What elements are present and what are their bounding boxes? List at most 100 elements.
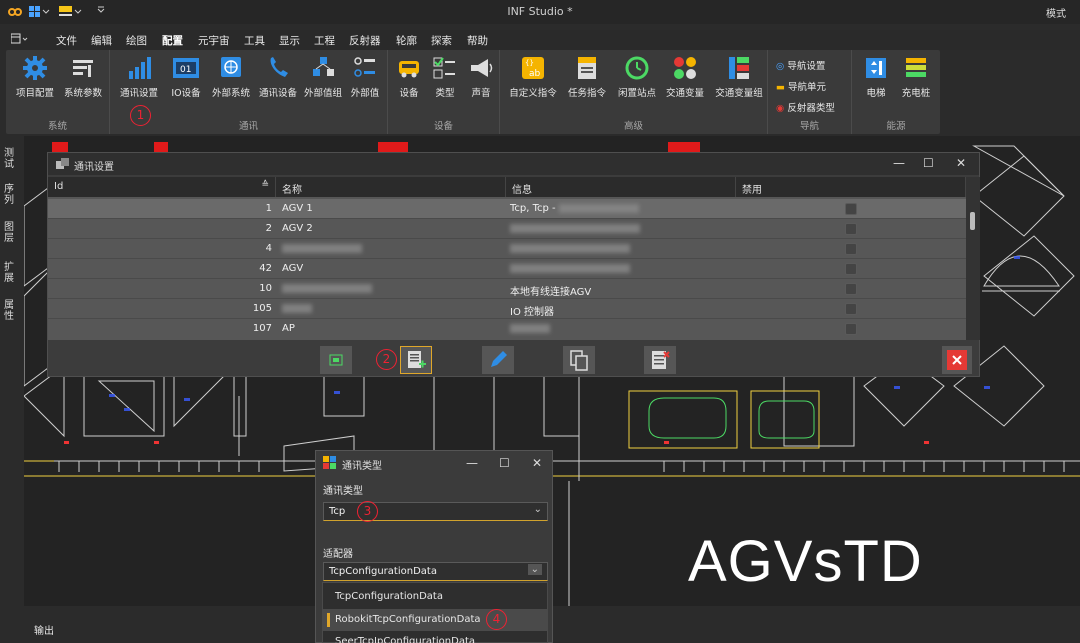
disabled-checkbox[interactable] xyxy=(845,283,857,295)
nav-settings-item[interactable]: ◎ 导航设置 xyxy=(776,58,825,72)
copy-button[interactable] xyxy=(563,346,595,374)
close-button[interactable]: ✕ xyxy=(532,456,542,470)
red-marker xyxy=(378,142,408,152)
tab-properties[interactable]: 属性 xyxy=(4,300,16,322)
custom-command-button[interactable]: {} ab 自定义指令 xyxy=(506,54,560,99)
disabled-checkbox[interactable] xyxy=(845,203,857,215)
maximize-button[interactable]: ☐ xyxy=(923,156,934,170)
reflector-type-item[interactable]: ◉ 反射器类型 xyxy=(776,100,835,114)
minimize-button[interactable]: — xyxy=(893,156,905,170)
tab-layers[interactable]: 图层 xyxy=(4,222,16,244)
disabled-checkbox[interactable] xyxy=(845,323,857,335)
table-row[interactable]: 2 AGV 2 xyxy=(48,219,966,239)
minimize-button[interactable]: — xyxy=(466,456,478,470)
elevator-button[interactable]: 电梯 xyxy=(858,54,894,99)
idle-station-button[interactable]: 闲置站点 xyxy=(614,54,660,99)
external-system-button[interactable]: 外部系统 xyxy=(208,54,254,99)
nav-unit-item[interactable]: ▬ 导航单元 xyxy=(776,79,826,93)
disabled-checkbox[interactable] xyxy=(845,303,857,315)
type-button[interactable]: 类型 xyxy=(428,54,462,99)
device-button[interactable]: 设备 xyxy=(392,54,426,99)
table-row[interactable]: 105 IO 控制器 xyxy=(48,299,966,319)
delete-row-button[interactable] xyxy=(644,346,676,374)
dialog-header: 通讯设置 — ☐ ✕ xyxy=(48,153,979,175)
menu-config[interactable]: 配置 xyxy=(162,33,183,52)
menu-file[interactable]: 文件 xyxy=(56,33,77,48)
output-panel-tab[interactable]: 输出 xyxy=(34,622,54,637)
io-device-button[interactable]: 01 IO设备 xyxy=(166,54,206,99)
menu-draw[interactable]: 绘图 xyxy=(126,33,147,48)
maximize-button[interactable]: ☐ xyxy=(499,456,510,470)
ribbon-group-comm: 通讯设置 01 IO设备 外部系统 通讯设备 外部值组 外部值 通讯 xyxy=(110,50,388,134)
vertical-scrollbar[interactable] xyxy=(966,177,980,340)
dropdown-option[interactable]: SeerTcpIpConfigurationData xyxy=(323,632,547,643)
menu-edit[interactable]: 编辑 xyxy=(91,33,112,48)
disabled-checkbox[interactable] xyxy=(845,263,857,275)
adapter-select[interactable]: TcpConfigurationData ⌄ xyxy=(323,562,548,581)
ribbon-group-energy: 电梯 充电桩 能源 xyxy=(852,50,940,134)
red-marker xyxy=(668,142,700,152)
menu-contour[interactable]: 轮廓 xyxy=(396,33,417,48)
system-params-button[interactable]: 系统参数 xyxy=(60,54,106,99)
column-header-name[interactable]: 名称 xyxy=(276,177,506,197)
annotation-marker: 3 xyxy=(357,501,378,522)
edit-button[interactable] xyxy=(482,346,514,374)
comm-device-button[interactable]: 通讯设备 xyxy=(256,54,300,99)
close-button[interactable]: ✕ xyxy=(956,156,966,170)
globe-icon xyxy=(221,57,241,77)
dropdown-option[interactable]: TcpConfigurationData xyxy=(323,586,547,608)
column-header-disabled[interactable]: 禁用 xyxy=(736,177,966,197)
pencil-icon xyxy=(491,351,507,367)
table-row[interactable]: 42 AGV xyxy=(48,259,966,279)
params-icon xyxy=(73,60,93,77)
mode-label[interactable]: 模式 xyxy=(1046,5,1066,20)
ribbon-group-system: 项目配置 系统参数 系统 xyxy=(6,50,110,134)
view-button[interactable] xyxy=(320,346,352,374)
close-dialog-button[interactable] xyxy=(942,346,972,374)
comm-table[interactable]: Id ≙ 名称 信息 禁用 1 AGV 1 Tcp, Tcp - 2 AGV 2 … xyxy=(48,177,966,340)
traffic-variable-group-button[interactable]: 交通变量组 xyxy=(712,54,766,99)
disabled-checkbox[interactable] xyxy=(845,243,857,255)
menu-metaverse[interactable]: 元宇宙 xyxy=(198,33,230,48)
ribbon-group-label: 高级 xyxy=(623,121,643,132)
external-value-button[interactable]: 外部值 xyxy=(346,54,384,99)
disabled-checkbox[interactable] xyxy=(845,223,857,235)
menu-explore[interactable]: 探索 xyxy=(431,33,452,48)
comm-settings-button[interactable]: 通讯设置 xyxy=(116,54,162,99)
external-value-group-button[interactable]: 外部值组 xyxy=(302,54,344,99)
red-marker xyxy=(52,142,68,152)
app-menu-icon[interactable] xyxy=(11,33,29,45)
add-button[interactable] xyxy=(400,346,432,374)
traffic-variable-button[interactable]: 交通变量 xyxy=(662,54,708,99)
menu-reflector[interactable]: 反射器 xyxy=(349,33,381,48)
adapter-dropdown-list[interactable]: TcpConfigurationData RobokitTcpConfigura… xyxy=(322,582,548,643)
column-header-info[interactable]: 信息 xyxy=(506,177,736,197)
menu-help[interactable]: 帮助 xyxy=(467,33,488,48)
project-config-button[interactable]: 项目配置 xyxy=(10,54,60,99)
ribbon-group-label: 系统 xyxy=(47,121,67,132)
sound-button[interactable]: 声音 xyxy=(464,54,498,99)
dialog-header: 通讯类型 — ☐ ✕ xyxy=(316,451,552,475)
table-row[interactable]: 4 xyxy=(48,239,966,259)
menu-view[interactable]: 显示 xyxy=(279,33,300,48)
value-group-icon xyxy=(313,57,334,76)
table-row[interactable]: 1 AGV 1 Tcp, Tcp - xyxy=(48,199,966,219)
task-command-button[interactable]: 任务指令 xyxy=(564,54,610,99)
copy-icon xyxy=(570,350,588,371)
tab-sequence[interactable]: 序列 xyxy=(4,184,16,206)
column-header-id[interactable]: Id ≙ xyxy=(48,177,276,197)
tab-extensions[interactable]: 扩展 xyxy=(4,262,16,284)
table-row[interactable]: 10 本地有线连接AGV xyxy=(48,279,966,299)
sort-icon: ≙ xyxy=(261,180,269,190)
gear-icon xyxy=(23,56,47,80)
table-row[interactable]: 107 AP xyxy=(48,319,966,339)
menu-tools[interactable]: 工具 xyxy=(244,33,265,48)
dropdown-option-selected[interactable]: RobokitTcpConfigurationData xyxy=(323,609,547,631)
scroll-thumb[interactable] xyxy=(970,212,975,230)
charger-button[interactable]: 充电桩 xyxy=(896,54,936,99)
megaphone-icon xyxy=(471,59,493,77)
menu-project[interactable]: 工程 xyxy=(314,33,335,48)
svg-text:ab: ab xyxy=(529,69,541,79)
traffic-variable-icon xyxy=(674,57,696,79)
tab-test[interactable]: 测试 xyxy=(4,148,16,170)
